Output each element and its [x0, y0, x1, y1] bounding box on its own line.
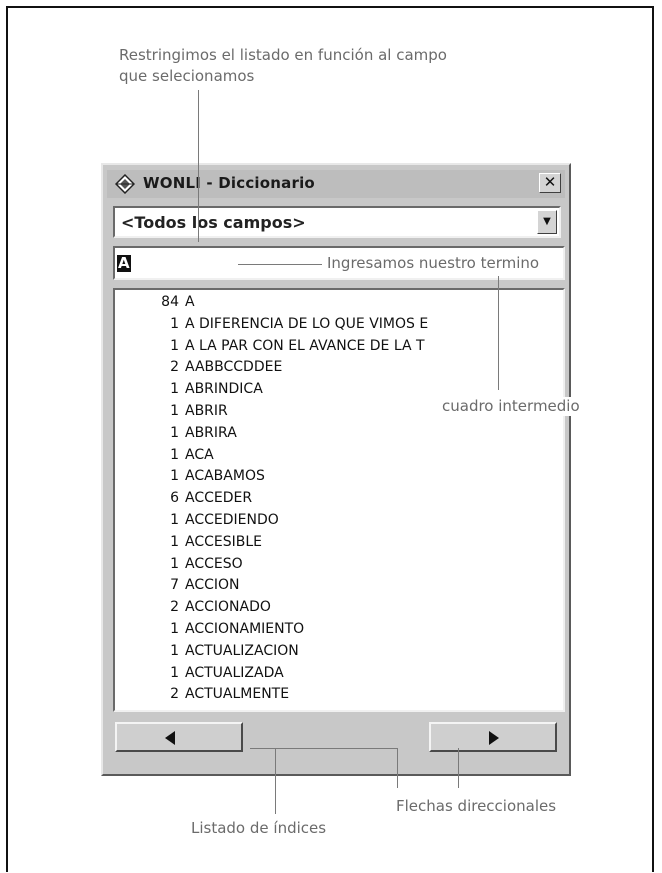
- close-button[interactable]: ✕: [539, 173, 561, 193]
- index-leader-line-vertical: [275, 748, 276, 814]
- list-item[interactable]: 1 ACA: [115, 447, 555, 469]
- list-item[interactable]: 1 ACTUALIZACION: [115, 643, 555, 665]
- list-item-term: ABRIRA: [185, 424, 237, 441]
- middle-leader-line: [498, 276, 499, 390]
- list-item-count: 1: [170, 468, 179, 485]
- list-item-term: ACCIONADO: [185, 599, 271, 616]
- list-item[interactable]: 6 ACCEDER: [115, 490, 555, 512]
- list-item-count: 1: [170, 337, 179, 354]
- list-item-term: AABBCCDDEE: [185, 359, 283, 376]
- list-item[interactable]: 1 ACABAMOS: [115, 468, 555, 490]
- list-item-term: A DIFERENCIA DE LO QUE VIMOS E: [185, 315, 429, 332]
- list-item-count: 7: [170, 577, 179, 594]
- previous-button[interactable]: [115, 722, 243, 752]
- list-item-term: ACTUALIZADA: [185, 664, 284, 681]
- window-title: WONLI - Diccionario: [143, 174, 315, 192]
- list-item-term: ACCESO: [185, 555, 243, 572]
- list-item-count: 1: [170, 621, 179, 637]
- dropdown-button[interactable]: ▼: [537, 210, 557, 234]
- list-item-count: 1: [170, 642, 179, 659]
- wonli-app-icon: [115, 174, 135, 194]
- list-item-count: 84: [161, 294, 179, 310]
- right-arrow-icon: [489, 731, 499, 745]
- list-item[interactable]: 1 A LA PAR CON EL AVANCE DE LA T: [115, 338, 555, 360]
- list-item[interactable]: 84 A: [115, 294, 555, 316]
- list-item-term: A LA PAR CON EL AVANCE DE LA T: [185, 337, 425, 354]
- list-item-term: A: [185, 294, 195, 310]
- list-item-term: ACTUALMENTE: [185, 686, 290, 703]
- annotation-field-restriction-line1: Restringimos el listado en función al ca…: [119, 46, 447, 64]
- list-item[interactable]: 2 ACCIONADO: [115, 599, 555, 621]
- left-arrow-icon: [165, 731, 175, 745]
- list-item-count: 1: [170, 446, 179, 463]
- term-leader-line: [238, 264, 322, 265]
- list-item[interactable]: 7 ACCION: [115, 577, 555, 599]
- list-item-term: ABRINDICA: [185, 381, 263, 398]
- list-item-term: ACCEDIENDO: [185, 512, 279, 528]
- annotation-index-list: Listado de índices: [191, 819, 327, 837]
- list-item-count: 1: [170, 403, 179, 419]
- index-leader-line-horizontal: [250, 748, 398, 749]
- arrows-leader-line-next: [458, 748, 459, 788]
- annotation-field-restriction-line2: que selecionamos: [119, 67, 255, 85]
- annotation-leader-line: [198, 90, 199, 242]
- annotation-middle-box: cuadro intermedio: [442, 397, 580, 416]
- list-item-count: 2: [170, 359, 179, 376]
- list-item-count: 2: [170, 599, 179, 616]
- list-item-count: 1: [170, 664, 179, 681]
- term-input-value: A: [117, 254, 131, 272]
- list-item-term: ACA: [185, 446, 214, 463]
- list-item[interactable]: 1 ACTUALIZADA: [115, 665, 555, 687]
- list-item-term: ACCION: [185, 577, 240, 594]
- list-item-term: ACCIONAMIENTO: [185, 621, 305, 637]
- list-item[interactable]: 1 ACCEDIENDO: [115, 512, 555, 534]
- list-item-term: ACTUALIZACION: [185, 642, 299, 659]
- list-item-term: ACCESIBLE: [185, 533, 262, 550]
- list-item[interactable]: 1 ACCESO: [115, 556, 555, 578]
- list-item-count: 1: [170, 512, 179, 528]
- annotation-term: Ingresamos nuestro termino: [327, 254, 542, 273]
- list-item[interactable]: 2 ACTUALMENTE: [115, 686, 555, 708]
- list-item-count: 1: [170, 555, 179, 572]
- list-item-term: ABRIR: [185, 403, 228, 419]
- arrows-leader-line-right: [397, 748, 398, 788]
- list-item-count: 1: [170, 315, 179, 332]
- field-select-value: <Todos los campos>: [121, 213, 306, 232]
- list-item-count: 6: [170, 490, 179, 507]
- list-item-count: 1: [170, 424, 179, 441]
- field-select[interactable]: <Todos los campos> ▼: [113, 206, 561, 238]
- list-item-term: ACCEDER: [185, 490, 253, 507]
- list-item[interactable]: 1 ACCIONAMIENTO: [115, 621, 555, 643]
- list-item-count: 1: [170, 533, 179, 550]
- annotation-direction-arrows: Flechas direccionales: [396, 797, 557, 815]
- list-item-count: 2: [170, 686, 179, 703]
- list-item[interactable]: 1 ACCESIBLE: [115, 534, 555, 556]
- chevron-down-icon: ▼: [543, 216, 551, 227]
- list-item[interactable]: 1 A DIFERENCIA DE LO QUE VIMOS E: [115, 316, 555, 338]
- next-button[interactable]: [429, 722, 557, 752]
- list-item[interactable]: 1 ABRIRA: [115, 425, 555, 447]
- title-bar[interactable]: WONLI - Diccionario ✕: [107, 170, 565, 198]
- list-item-count: 1: [170, 381, 179, 398]
- list-item-term: ACABAMOS: [185, 468, 265, 485]
- close-icon: ✕: [543, 173, 557, 191]
- list-item[interactable]: 2 AABBCCDDEE: [115, 359, 555, 381]
